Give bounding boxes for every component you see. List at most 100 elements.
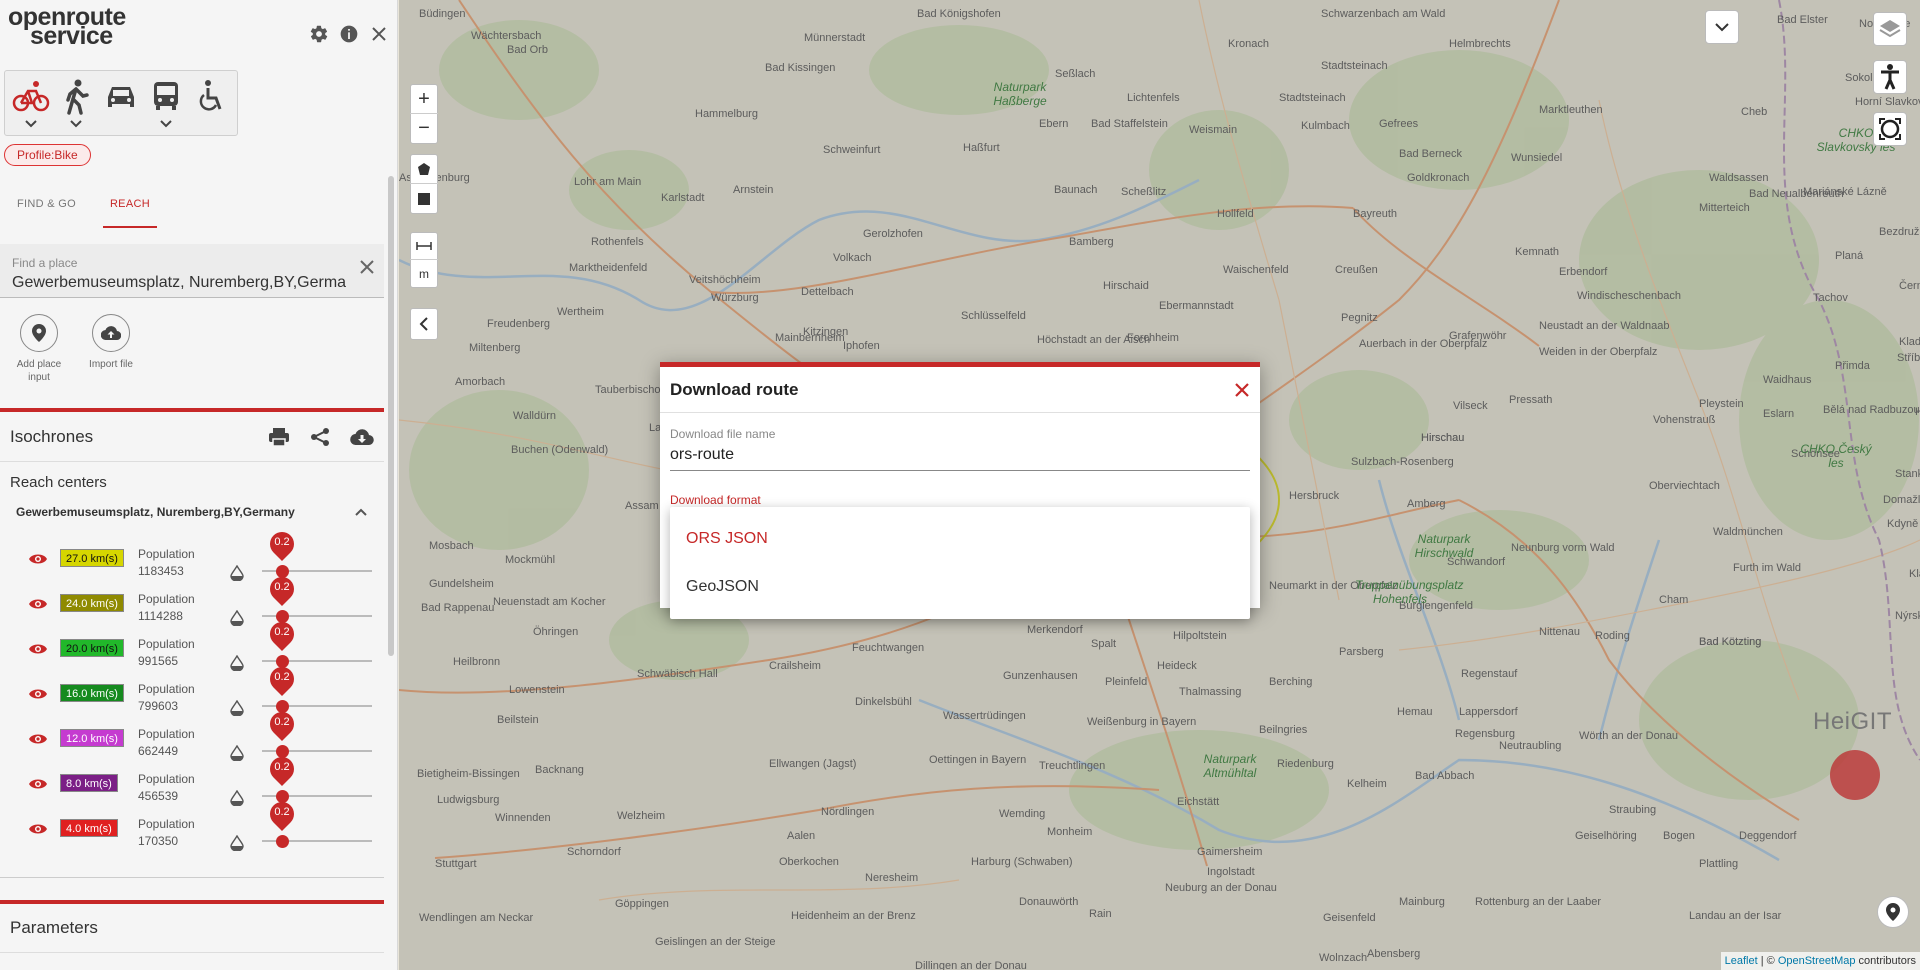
isochrones-header: Isochrones xyxy=(0,412,384,462)
accessibility-button[interactable] xyxy=(1873,60,1907,94)
isochrones-panel: Isochrones Reach centers Gewerbemuseumsp… xyxy=(0,408,384,878)
format-option-ors-json[interactable]: ORS JSON xyxy=(670,515,1250,563)
cloud-download-icon[interactable] xyxy=(350,428,374,445)
visibility-eye-icon[interactable] xyxy=(28,642,48,656)
print-icon[interactable] xyxy=(268,427,290,447)
chevron-down-icon xyxy=(160,120,172,128)
openstreetmap-link[interactable]: OpenStreetMap xyxy=(1778,955,1856,967)
close-sidebar-icon[interactable] xyxy=(367,22,391,46)
share-icon[interactable] xyxy=(310,427,330,447)
leaflet-link[interactable]: Leaflet xyxy=(1725,955,1758,967)
format-option-geojson[interactable]: GeoJSON xyxy=(670,563,1250,611)
add-place-input-button[interactable]: Add place input xyxy=(6,314,72,384)
clear-place-icon[interactable] xyxy=(360,260,374,279)
map-attribution: Leaflet | © OpenStreetMap contributors xyxy=(1720,952,1920,970)
profile-walk-button[interactable] xyxy=(54,75,99,131)
reach-center-row[interactable]: Gewerbemuseumsplatz, Nuremberg,BY,German… xyxy=(0,499,384,525)
isochrone-row: 20.0 km(s) Population 991565 0.2 xyxy=(0,617,384,677)
parameters-title: Parameters xyxy=(0,904,384,953)
isochrone-row: 8.0 km(s) Population 456539 0.2 xyxy=(0,752,384,812)
file-name-field[interactable]: Download file name ors-route xyxy=(670,427,1250,471)
place-actions: Add place input Import file xyxy=(0,314,200,384)
population-label: Population xyxy=(138,727,195,741)
heigit-branding: HeiGIT xyxy=(1812,708,1892,735)
settings-gear-icon[interactable] xyxy=(307,22,331,46)
population-label: Population xyxy=(138,817,195,831)
measure-distance-button[interactable] xyxy=(410,233,438,261)
profile-bus-button[interactable] xyxy=(143,75,188,131)
accessibility-icon xyxy=(1881,64,1899,90)
isochrones-title: Isochrones xyxy=(10,426,94,446)
dialog-title: Download route xyxy=(670,379,799,399)
tab-reach[interactable]: REACH xyxy=(93,188,167,228)
population-label: Population xyxy=(138,637,195,651)
draw-control xyxy=(410,154,438,214)
opacity-drop-icon xyxy=(230,835,244,851)
tab-find-and-go[interactable]: FIND & GO xyxy=(0,188,93,228)
isochrone-row: 4.0 km(s) Population 170350 0.2 xyxy=(0,797,384,857)
parameters-panel[interactable]: Parameters xyxy=(0,900,384,970)
draw-rectangle-button[interactable] xyxy=(410,184,438,213)
visibility-eye-icon[interactable] xyxy=(28,597,48,611)
visibility-eye-icon[interactable] xyxy=(28,822,48,836)
opacity-slider-handle[interactable] xyxy=(276,835,289,848)
import-file-button[interactable]: Import file xyxy=(78,314,144,384)
population-value: 991565 xyxy=(138,654,179,668)
app-logo: openroute service xyxy=(8,5,148,49)
population-label: Population xyxy=(138,547,195,561)
close-dialog-button[interactable] xyxy=(1234,382,1250,398)
collapse-sidebar-button[interactable] xyxy=(410,308,438,340)
polygon-icon xyxy=(418,163,430,175)
profile-bike-button[interactable] xyxy=(9,75,54,131)
zoom-in-button[interactable]: + xyxy=(410,85,438,115)
profile-wheelchair-button[interactable] xyxy=(188,75,233,131)
profile-badge[interactable]: Profile:Bike xyxy=(4,144,91,166)
layers-icon xyxy=(1879,20,1901,38)
fullscreen-button[interactable] xyxy=(1873,112,1907,146)
isochrone-range-chip: 24.0 km(s) xyxy=(60,594,124,612)
download-route-dialog: Download route Download file name ors-ro… xyxy=(660,362,1260,619)
attribution-contributors: contributors xyxy=(1855,955,1916,967)
sidebar-scrollbar[interactable] xyxy=(388,176,394,656)
map-marker-icon xyxy=(20,314,58,352)
visibility-eye-icon[interactable] xyxy=(28,687,48,701)
info-icon[interactable] xyxy=(337,22,361,46)
university-seal-icon xyxy=(1830,750,1880,800)
walk-icon xyxy=(66,79,89,115)
zoom-out-button[interactable]: − xyxy=(410,114,438,143)
isochrone-row: 27.0 km(s) Population 1183453 0.2 xyxy=(0,527,384,587)
attribution-separator: | © xyxy=(1757,955,1778,967)
format-dropdown-menu: ORS JSON GeoJSON xyxy=(670,507,1250,619)
place-search-field[interactable]: Find a place Gewerbemuseumsplatz, Nuremb… xyxy=(0,244,384,298)
ruler-icon xyxy=(416,242,432,250)
reach-center-name: Gewerbemuseumsplatz, Nuremberg,BY,German… xyxy=(16,505,295,519)
cloud-upload-icon xyxy=(92,314,130,352)
opacity-drop-icon xyxy=(230,565,244,581)
chevron-up-icon[interactable] xyxy=(354,507,368,517)
visibility-eye-icon[interactable] xyxy=(28,777,48,791)
population-value: 456539 xyxy=(138,789,179,803)
place-search-label: Find a place xyxy=(12,256,78,270)
opacity-drop-icon xyxy=(230,700,244,716)
layers-button[interactable] xyxy=(1873,12,1907,46)
mode-tabs: FIND & GO REACH xyxy=(0,188,167,228)
visibility-eye-icon[interactable] xyxy=(28,732,48,746)
measure-unit-button[interactable]: m xyxy=(410,260,438,287)
expand-directions-button[interactable] xyxy=(1705,10,1739,44)
chevron-left-icon xyxy=(419,317,428,331)
visibility-eye-icon[interactable] xyxy=(28,552,48,566)
isochrone-range-chip: 8.0 km(s) xyxy=(60,774,118,792)
opacity-value: 0.2 xyxy=(274,671,290,683)
isochrone-range-chip: 20.0 km(s) xyxy=(60,639,124,657)
my-location-button[interactable] xyxy=(1877,896,1909,928)
bus-icon xyxy=(153,82,178,110)
population-text: Population 1114288 xyxy=(138,591,195,625)
opacity-value: 0.2 xyxy=(274,806,290,818)
draw-polygon-button[interactable] xyxy=(410,155,438,185)
chevron-down-icon xyxy=(1715,23,1729,32)
population-text: Population 799603 xyxy=(138,681,195,715)
profile-car-button[interactable] xyxy=(99,75,144,131)
isochrone-range-chip: 12.0 km(s) xyxy=(60,729,124,747)
file-name-input[interactable]: ors-route xyxy=(670,446,1250,464)
place-search-value[interactable]: Gewerbemuseumsplatz, Nuremberg,BY,German… xyxy=(12,274,346,292)
